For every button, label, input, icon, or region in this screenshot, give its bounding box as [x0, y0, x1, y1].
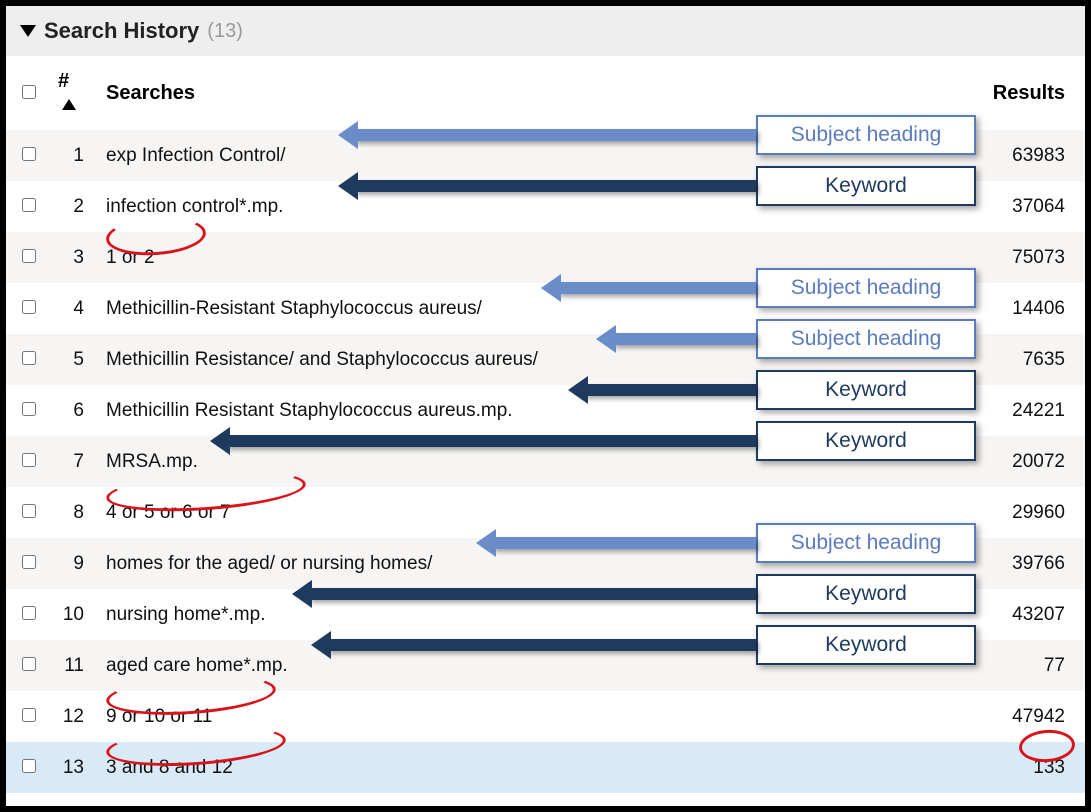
row-number: 9	[50, 538, 98, 589]
row-query[interactable]: nursing home*.mp.	[98, 589, 985, 640]
row-checkbox[interactable]	[22, 147, 36, 161]
row-number: 6	[50, 385, 98, 436]
row-query[interactable]: 4 or 5 or 6 or 7	[98, 487, 985, 538]
col-header-results[interactable]: Results	[985, 56, 1085, 130]
row-results[interactable]: 75073	[985, 232, 1085, 283]
row-query[interactable]: 9 or 10 or 11	[98, 691, 985, 742]
row-results[interactable]: 43207	[985, 589, 1085, 640]
table-row: 1exp Infection Control/63983	[6, 130, 1085, 181]
row-results[interactable]: 133	[985, 742, 1085, 793]
row-query[interactable]: aged care home*.mp.	[98, 640, 985, 691]
row-checkbox[interactable]	[22, 759, 36, 773]
row-query[interactable]: infection control*.mp.	[98, 181, 985, 232]
row-results[interactable]: 24221	[985, 385, 1085, 436]
table-row: 129 or 10 or 1147942	[6, 691, 1085, 742]
row-checkbox-cell	[6, 691, 50, 742]
row-query[interactable]: exp Infection Control/	[98, 130, 985, 181]
row-results[interactable]: 47942	[985, 691, 1085, 742]
table-row: 10nursing home*.mp.43207	[6, 589, 1085, 640]
row-checkbox[interactable]	[22, 555, 36, 569]
row-checkbox-cell	[6, 487, 50, 538]
row-number: 12	[50, 691, 98, 742]
app-frame: Search History (13) # Searches Results 1…	[0, 0, 1091, 812]
row-results[interactable]: 29960	[985, 487, 1085, 538]
row-results[interactable]: 37064	[985, 181, 1085, 232]
row-results[interactable]: 14406	[985, 283, 1085, 334]
row-query[interactable]: homes for the aged/ or nursing homes/	[98, 538, 985, 589]
row-checkbox-cell	[6, 436, 50, 487]
col-header-searches[interactable]: Searches	[98, 56, 985, 130]
table-row: 7MRSA.mp.20072	[6, 436, 1085, 487]
row-checkbox-cell	[6, 232, 50, 283]
row-results[interactable]: 39766	[985, 538, 1085, 589]
history-table-wrap: # Searches Results 1exp Infection Contro…	[6, 56, 1085, 793]
row-query[interactable]: Methicillin-Resistant Staphylococcus aur…	[98, 283, 985, 334]
row-query[interactable]: Methicillin Resistant Staphylococcus aur…	[98, 385, 985, 436]
row-number: 7	[50, 436, 98, 487]
col-header-number[interactable]: #	[50, 56, 98, 130]
row-number: 5	[50, 334, 98, 385]
table-row: 11aged care home*.mp.77	[6, 640, 1085, 691]
row-checkbox-cell	[6, 283, 50, 334]
collapse-icon[interactable]	[20, 25, 36, 37]
table-row: 2infection control*.mp.37064	[6, 181, 1085, 232]
table-row: 4Methicillin-Resistant Staphylococcus au…	[6, 283, 1085, 334]
row-checkbox[interactable]	[22, 708, 36, 722]
row-checkbox-cell	[6, 538, 50, 589]
row-query[interactable]: MRSA.mp.	[98, 436, 985, 487]
row-query[interactable]: 1 or 2	[98, 232, 985, 283]
row-checkbox[interactable]	[22, 657, 36, 671]
table-row: 84 or 5 or 6 or 729960	[6, 487, 1085, 538]
row-checkbox-cell	[6, 181, 50, 232]
col-header-number-label: #	[58, 70, 69, 92]
search-history-header[interactable]: Search History (13)	[6, 6, 1085, 56]
row-checkbox-cell	[6, 589, 50, 640]
row-number: 1	[50, 130, 98, 181]
row-checkbox-cell	[6, 130, 50, 181]
row-checkbox[interactable]	[22, 300, 36, 314]
row-results[interactable]: 63983	[985, 130, 1085, 181]
row-checkbox[interactable]	[22, 351, 36, 365]
row-checkbox[interactable]	[22, 453, 36, 467]
row-checkbox[interactable]	[22, 504, 36, 518]
row-number: 11	[50, 640, 98, 691]
row-checkbox[interactable]	[22, 402, 36, 416]
row-number: 8	[50, 487, 98, 538]
row-number: 4	[50, 283, 98, 334]
row-query[interactable]: Methicillin Resistance/ and Staphylococc…	[98, 334, 985, 385]
header-title: Search History	[44, 18, 199, 44]
table-row: 9homes for the aged/ or nursing homes/39…	[6, 538, 1085, 589]
row-checkbox[interactable]	[22, 249, 36, 263]
table-row: 133 and 8 and 12133	[6, 742, 1085, 793]
header-count: (13)	[207, 20, 243, 43]
row-number: 10	[50, 589, 98, 640]
row-checkbox-cell	[6, 385, 50, 436]
row-number: 13	[50, 742, 98, 793]
row-checkbox-cell	[6, 334, 50, 385]
select-all-checkbox[interactable]	[22, 85, 36, 99]
col-header-checkbox	[6, 56, 50, 130]
row-results[interactable]: 7635	[985, 334, 1085, 385]
row-results[interactable]: 77	[985, 640, 1085, 691]
row-number: 3	[50, 232, 98, 283]
row-checkbox-cell	[6, 640, 50, 691]
table-row: 5Methicillin Resistance/ and Staphylococ…	[6, 334, 1085, 385]
row-checkbox[interactable]	[22, 198, 36, 212]
row-number: 2	[50, 181, 98, 232]
row-checkbox[interactable]	[22, 606, 36, 620]
row-query[interactable]: 3 and 8 and 12	[98, 742, 985, 793]
row-checkbox-cell	[6, 742, 50, 793]
table-row: 6Methicillin Resistant Staphylococcus au…	[6, 385, 1085, 436]
table-row: 31 or 275073	[6, 232, 1085, 283]
search-history-table: # Searches Results 1exp Infection Contro…	[6, 56, 1085, 793]
sort-asc-icon[interactable]	[62, 99, 76, 110]
row-results[interactable]: 20072	[985, 436, 1085, 487]
